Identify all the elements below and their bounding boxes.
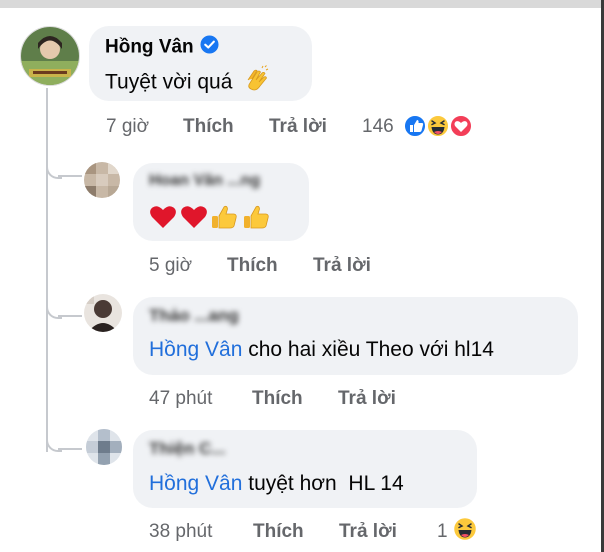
reaction-count-4[interactable]: 1 (437, 521, 448, 543)
red-heart-icon (181, 206, 207, 228)
thread-line-curve-3 (46, 436, 62, 452)
window-top-edge (0, 0, 604, 8)
avatar-commenter-3[interactable] (84, 294, 122, 332)
comment-author-3[interactable]: Thảo ...ang (149, 306, 239, 326)
comment-actions-2: 5 giờ Thích Trả lời (149, 255, 449, 279)
reply-button[interactable]: Trả lời (313, 255, 371, 277)
love-reaction-icon (449, 114, 473, 138)
comment-text-1: Tuyệt vời quá (105, 65, 272, 101)
reply-button[interactable]: Trả lời (338, 388, 396, 410)
comment-author-2[interactable]: Hoan Văn ...ng (149, 172, 260, 190)
comment-emoji-row-2 (148, 202, 274, 232)
thumbs-up-icon (212, 205, 237, 229)
comment-text: Tuyệt vời quá (105, 70, 233, 94)
like-reaction-icon (403, 114, 427, 138)
reaction-count-1[interactable]: 146 (362, 116, 394, 138)
reply-button[interactable]: Trả lời (269, 116, 327, 138)
like-button[interactable]: Thích (252, 388, 303, 410)
comment-actions-3: 47 phút Thích Trả lời (149, 388, 449, 412)
mention-link[interactable]: Hồng Vân (149, 338, 242, 361)
comment-text-3: Hồng Vân cho hai xiều Theo với hl14 (149, 338, 494, 362)
comment-text: tuyệt hơn HL 14 (242, 472, 404, 495)
clapping-hands-icon (242, 65, 272, 101)
reply-button[interactable]: Trả lời (339, 521, 397, 543)
avatar-hong-van[interactable] (20, 26, 80, 86)
comment-author-4[interactable]: Thiện C... (149, 439, 226, 459)
thread-line-vertical (46, 88, 48, 452)
comment-time[interactable]: 38 phút (149, 521, 212, 543)
haha-reaction-icon[interactable] (452, 516, 478, 542)
comment-actions-4: 38 phút Thích Trả lời (149, 521, 449, 545)
avatar-commenter-2[interactable] (84, 162, 120, 198)
comment-time[interactable]: 47 phút (149, 388, 212, 410)
like-button[interactable]: Thích (253, 521, 304, 543)
comment-text-4: Hồng Vân tuyệt hơn HL 14 (149, 472, 404, 496)
comment-author-1[interactable]: Hồng Vân (105, 35, 219, 60)
like-button[interactable]: Thích (183, 116, 234, 138)
comment-time[interactable]: 5 giờ (149, 255, 192, 277)
mention-link[interactable]: Hồng Vân (149, 472, 242, 495)
comment-text: cho hai xiều Theo với hl14 (242, 338, 494, 361)
comment-time[interactable]: 7 giờ (106, 116, 149, 138)
thread-line-curve-1 (46, 163, 62, 179)
like-button[interactable]: Thích (227, 255, 278, 277)
reaction-count[interactable]: 146 (362, 116, 394, 137)
haha-reaction-icon (426, 114, 450, 138)
thread-line-curve-2 (46, 303, 62, 319)
author-name[interactable]: Hồng Vân (105, 37, 194, 58)
reaction-icons-1[interactable] (403, 112, 475, 140)
verified-badge-icon (200, 35, 219, 60)
reaction-count[interactable]: 1 (437, 521, 448, 542)
thumbs-up-icon (244, 205, 269, 229)
avatar-commenter-4[interactable] (86, 429, 122, 465)
red-heart-icon (150, 206, 176, 228)
